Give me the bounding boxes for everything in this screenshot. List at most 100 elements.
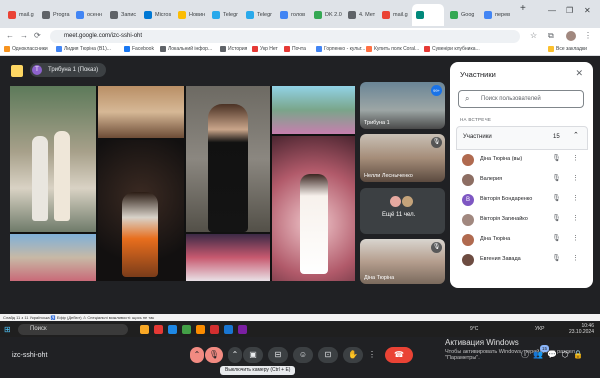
browser-tab[interactable]: mail.g bbox=[4, 4, 36, 26]
profile-avatar[interactable] bbox=[566, 31, 576, 41]
tab-favicon-icon bbox=[348, 11, 356, 19]
minimize-button[interactable]: — bbox=[548, 6, 556, 15]
language-indicator[interactable]: УКР bbox=[535, 326, 544, 332]
menu-icon[interactable]: ⋮ bbox=[584, 31, 592, 40]
more-options-icon[interactable]: ⋮ bbox=[572, 254, 579, 262]
bookmark-item[interactable]: Локальний інфор... bbox=[160, 46, 212, 52]
presenter-chip[interactable]: Т Трибуна 1 (Показ) bbox=[30, 63, 107, 77]
activities-icon[interactable]: ⬡ bbox=[559, 347, 571, 363]
host-controls-icon[interactable]: 🔒 bbox=[572, 347, 584, 363]
tile-nelli[interactable]: 🎙 Нелли Лесныченко bbox=[360, 134, 445, 182]
participant-row[interactable]: В Вікторія Бондаренко 🎙 ⋮ bbox=[456, 190, 588, 210]
search-input[interactable]: ⌕ Поиск пользователей bbox=[458, 90, 584, 108]
participants-group-header[interactable]: Участники 15 ⌃ bbox=[456, 126, 588, 150]
more-options-button[interactable]: ⋮ bbox=[366, 347, 378, 363]
meet-controls: izc-sshi-oht ⌃ 🎙 ⌃ ▣ ⊟ ☺ ⊡ ✋ ⋮ ☎ Выключи… bbox=[0, 338, 600, 378]
participant-row[interactable]: Діна Тюріна 🎙 ⋮ bbox=[456, 230, 588, 250]
browser-tab-bar: — ❐ ✕ + mail.g Progra осенн Запис Micros Нови… bbox=[0, 0, 600, 28]
leave-call-button[interactable]: ☎ bbox=[385, 347, 413, 363]
extensions-icon[interactable]: ⧉ bbox=[548, 31, 554, 41]
start-button[interactable]: ⊞ bbox=[4, 325, 11, 334]
emoji-button[interactable]: ☺ bbox=[293, 347, 313, 363]
forward-button[interactable]: → bbox=[20, 31, 28, 40]
participant-row[interactable]: Евгения Завада 🎙 ⋮ bbox=[456, 250, 588, 270]
bookmark-item[interactable]: Лидия Тюріна (В1)... bbox=[56, 46, 111, 52]
camera-options-button[interactable]: ⌃ bbox=[228, 347, 242, 363]
presentation-icon[interactable] bbox=[11, 65, 23, 77]
bookmark-item[interactable]: Укр Нет bbox=[252, 46, 278, 52]
bookmark-item[interactable]: Почта bbox=[284, 46, 306, 52]
bookmark-item[interactable]: Facebook bbox=[124, 46, 154, 52]
taskbar-app-icon[interactable] bbox=[238, 325, 247, 334]
tile-more-people[interactable]: Ещё 11 чел. bbox=[360, 188, 445, 234]
taskbar-app-icon[interactable] bbox=[196, 325, 205, 334]
tab-label: 4. Мет bbox=[359, 12, 376, 18]
browser-tab[interactable]: Micros bbox=[140, 4, 172, 26]
taskbar-app-icon[interactable] bbox=[140, 325, 149, 334]
more-options-icon[interactable]: ⋮ bbox=[572, 174, 579, 182]
participant-row[interactable]: Валерия 🎙 ⋮ bbox=[456, 170, 588, 190]
more-options-icon[interactable]: ⋮ bbox=[572, 234, 579, 242]
new-tab-button[interactable]: + bbox=[520, 3, 526, 14]
browser-tab[interactable] bbox=[412, 4, 444, 26]
bookmark-item[interactable]: Горпенко - культ... bbox=[316, 46, 365, 52]
participant-avatar bbox=[462, 174, 474, 186]
bookmark-favicon-icon bbox=[160, 46, 166, 52]
taskbar-app-icon[interactable] bbox=[168, 325, 177, 334]
mic-off-icon[interactable]: 🎙 bbox=[552, 254, 561, 262]
browser-tab[interactable]: Новин bbox=[174, 4, 206, 26]
all-bookmarks[interactable]: Все закладки bbox=[548, 46, 587, 52]
browser-tab[interactable]: Goog bbox=[446, 4, 478, 26]
camera-button[interactable]: ▣ bbox=[243, 347, 263, 363]
browser-tab[interactable]: DK 2.0 bbox=[310, 4, 342, 26]
tile-dina[interactable]: 🎙 Діна Тюріна bbox=[360, 239, 445, 284]
mic-off-icon[interactable]: 🎙 bbox=[552, 234, 561, 242]
taskbar-app-icon[interactable] bbox=[154, 325, 163, 334]
bookmark-item[interactable]: Сувеніри клубника... bbox=[424, 46, 480, 52]
chevron-up-icon: ⌃ bbox=[573, 132, 579, 139]
browser-tab[interactable]: Telegr bbox=[208, 4, 240, 26]
bookmark-item[interactable]: Одноклассники bbox=[4, 46, 48, 52]
browser-tab[interactable]: mail.g bbox=[378, 4, 410, 26]
maximize-button[interactable]: ❐ bbox=[566, 6, 573, 15]
browser-tab[interactable]: перев bbox=[480, 4, 512, 26]
mic-off-icon[interactable]: 🎙 bbox=[552, 194, 561, 202]
browser-tab[interactable]: Запис bbox=[106, 4, 138, 26]
taskbar-search[interactable]: Поиск bbox=[18, 324, 128, 335]
clock[interactable]: 10:46 23.10.2024 bbox=[569, 323, 594, 335]
present-button[interactable]: ⊡ bbox=[318, 347, 338, 363]
browser-tab[interactable]: голов bbox=[276, 4, 308, 26]
mic-off-icon[interactable]: 🎙 bbox=[552, 174, 561, 182]
bookmark-item[interactable]: Купить полк Coral... bbox=[366, 46, 419, 52]
more-options-icon[interactable]: ⋮ bbox=[572, 214, 579, 222]
more-options-icon[interactable]: ⋮ bbox=[572, 154, 579, 162]
taskbar-app-icon[interactable] bbox=[210, 325, 219, 334]
taskbar-app-icon[interactable] bbox=[224, 325, 233, 334]
chat-icon[interactable]: 💬 bbox=[546, 347, 558, 363]
close-window-button[interactable]: ✕ bbox=[584, 6, 591, 15]
tile-tribuna[interactable]: 99+ Трибуна 1 bbox=[360, 82, 445, 129]
close-panel-button[interactable]: ✕ bbox=[575, 68, 583, 79]
back-button[interactable]: ← bbox=[6, 31, 14, 40]
participant-name: Евгения Завада bbox=[480, 256, 521, 262]
browser-tab[interactable]: Progra bbox=[38, 4, 70, 26]
browser-tab[interactable]: осенн bbox=[72, 4, 104, 26]
mic-off-icon[interactable]: 🎙 bbox=[552, 214, 561, 222]
reload-button[interactable]: ⟳ bbox=[34, 31, 41, 40]
mic-options-button[interactable]: ⌃ bbox=[190, 347, 204, 363]
mic-off-icon[interactable]: 🎙 bbox=[552, 154, 561, 162]
browser-tab[interactable]: Telegr bbox=[242, 4, 274, 26]
participant-row[interactable]: Діна Тюріна (вы) 🎙 ⋮ bbox=[456, 150, 588, 170]
url-field[interactable]: meet.google.com/izc-sshi-oht bbox=[50, 30, 520, 43]
info-icon[interactable]: ⓘ bbox=[519, 347, 531, 363]
browser-tab[interactable]: 4. Мет bbox=[344, 4, 376, 26]
captions-button[interactable]: ⊟ bbox=[268, 347, 288, 363]
more-options-icon[interactable]: ⋮ bbox=[572, 194, 579, 202]
star-icon[interactable]: ☆ bbox=[530, 31, 537, 40]
bookmark-item[interactable]: История bbox=[220, 46, 247, 52]
participant-row[interactable]: Вікторія Загинайко 🎙 ⋮ bbox=[456, 210, 588, 230]
taskbar-app-icon[interactable] bbox=[182, 325, 191, 334]
tab-favicon-icon bbox=[212, 11, 220, 19]
raise-hand-button[interactable]: ✋ bbox=[343, 347, 363, 363]
mic-off-button[interactable]: 🎙 bbox=[205, 347, 223, 363]
